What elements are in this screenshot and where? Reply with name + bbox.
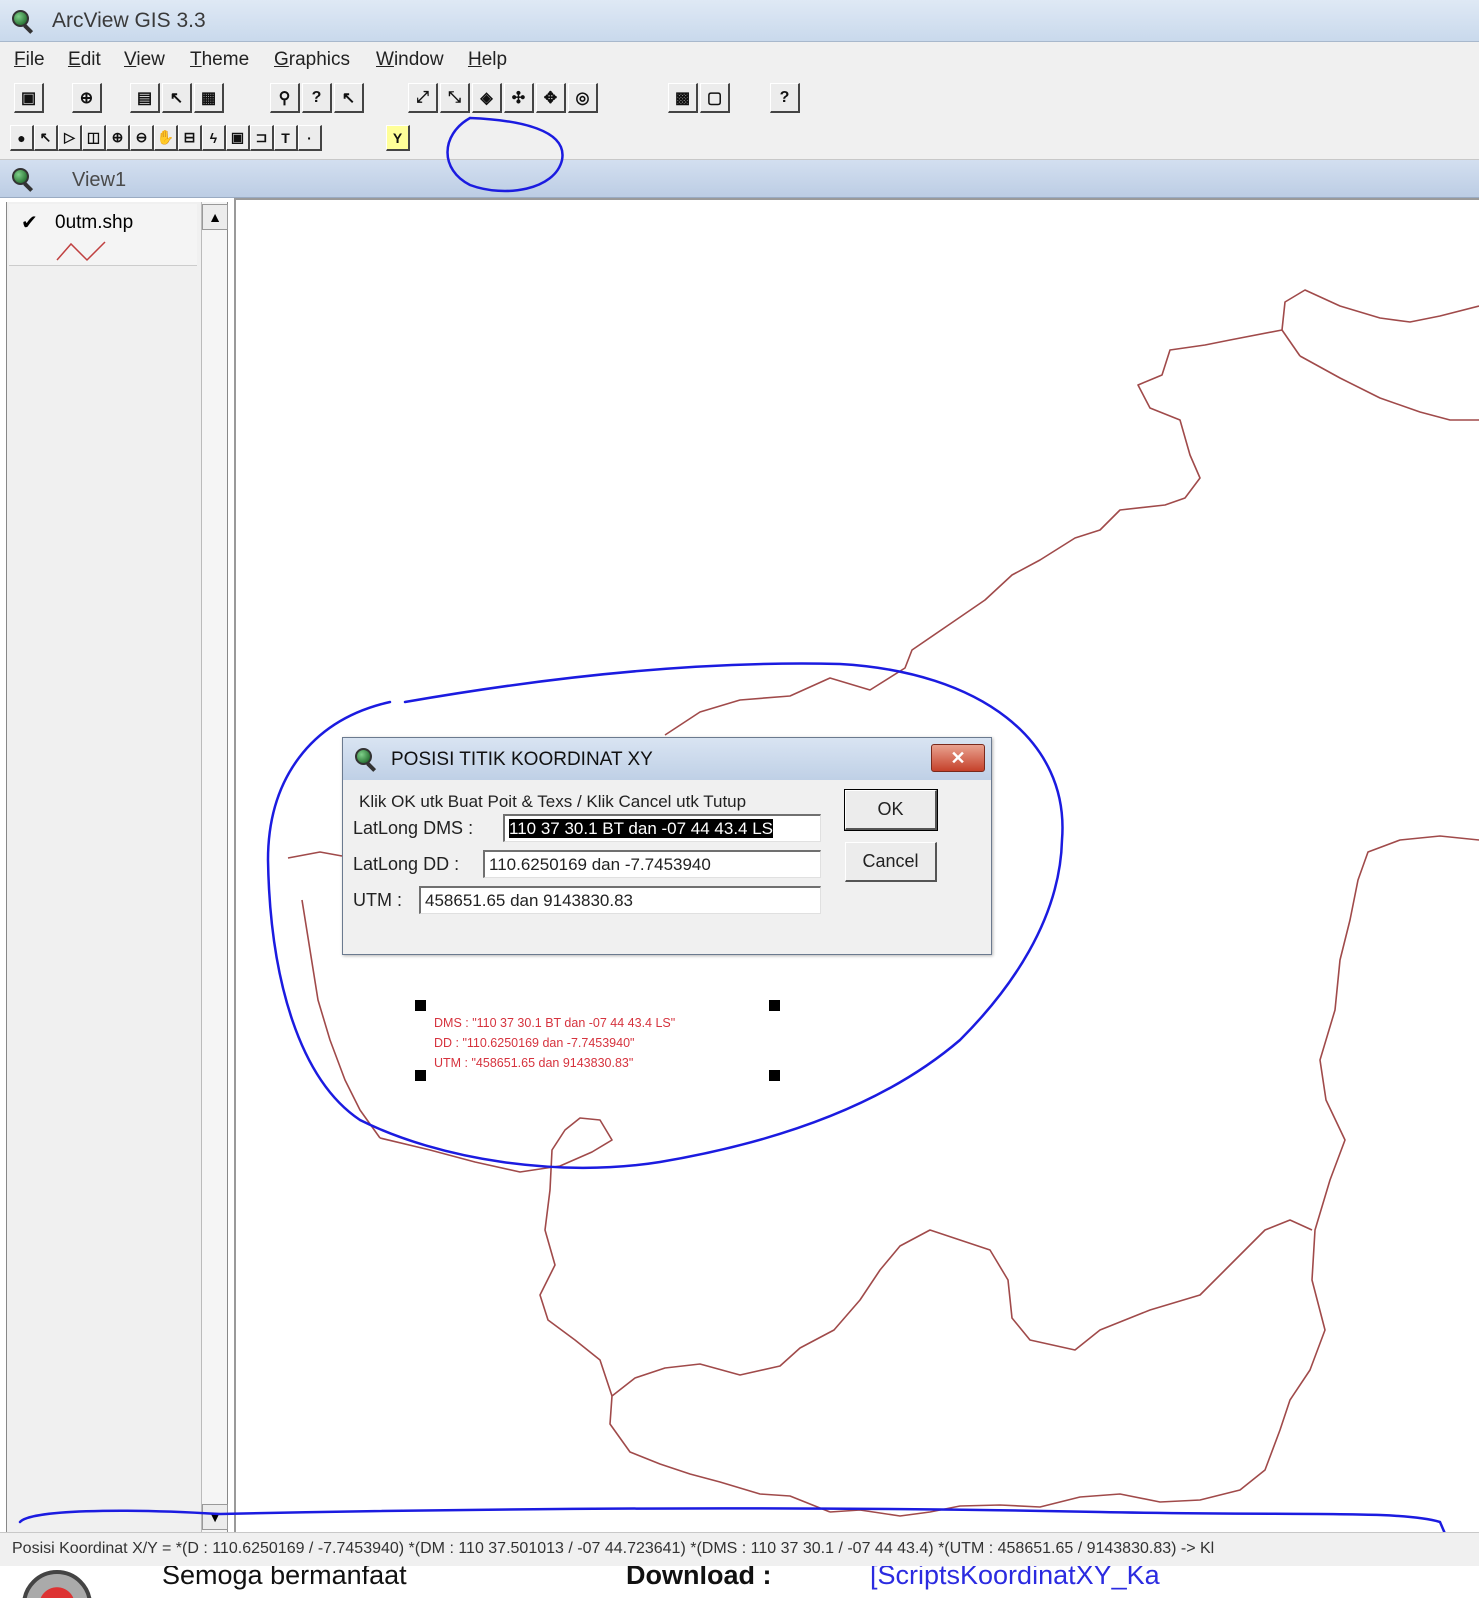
zoom-in-tool-icon[interactable]: ⊕ (106, 125, 130, 151)
selection-handle[interactable] (415, 1000, 426, 1011)
label-line-dd: DD : "110.6250169 dan -7.7453940" (434, 1036, 635, 1050)
toc-scrollbar[interactable]: ▲ ▼ (201, 202, 228, 1532)
table-of-contents: ✔ 0utm.shp ▲ ▼ (6, 202, 228, 1532)
koordinat-xy-tool-icon[interactable]: Y (386, 125, 410, 151)
line-symbol-icon (56, 241, 106, 262)
theme-entry[interactable]: ✔ 0utm.shp (9, 204, 197, 266)
clear-selection-icon[interactable]: ▢ (700, 83, 730, 113)
close-icon: ✕ (950, 747, 966, 768)
scroll-down-icon[interactable]: ▼ (202, 1504, 228, 1530)
ok-button[interactable]: OK (844, 789, 938, 831)
locate-address-icon[interactable]: ? (302, 83, 332, 113)
utm-label: UTM : (353, 890, 402, 910)
selection-handle[interactable] (769, 1000, 780, 1011)
footer: Semoga bermanfaat Download : [ScriptsKoo… (0, 1566, 1479, 1598)
draw-point-icon[interactable]: · (298, 125, 322, 151)
select-features-icon[interactable]: ▩ (668, 83, 698, 113)
zoom-out-tool-icon[interactable]: ⊖ (130, 125, 154, 151)
view-title: View1 (72, 169, 127, 191)
dialog-title: POSISI TITIK KOORDINAT XY (391, 749, 653, 770)
zoom-out-icon[interactable]: ✥ (536, 83, 566, 113)
scroll-up-icon[interactable]: ▲ (202, 204, 228, 230)
menu-window[interactable]: Window (376, 49, 444, 71)
dialog-message: Klik OK utk Buat Poit & Texs / Klik Canc… (359, 792, 747, 811)
identify-icon[interactable]: ● (10, 125, 34, 151)
zoom-selected-icon[interactable]: ◈ (472, 83, 502, 113)
app-titlebar: ArcView GIS 3.3 (0, 0, 1479, 42)
dd-field[interactable]: 110.6250169 dan -7.7453940 (483, 850, 821, 878)
view-titlebar: View1 (0, 160, 1479, 198)
add-theme-icon[interactable]: ⊕ (72, 83, 102, 113)
dms-field[interactable]: 110 37 30.1 BT dan -07 44 43.4 LS (503, 814, 821, 842)
query-builder-icon[interactable]: ↖ (334, 83, 364, 113)
footer-badge-icon (22, 1570, 92, 1598)
arcview-logo-icon (10, 8, 36, 34)
help-icon[interactable]: ? (770, 83, 800, 113)
selection-handle[interactable] (415, 1070, 426, 1081)
menubar: File Edit View Theme Graphics Window Hel… (0, 42, 1479, 78)
menu-graphics[interactable]: Graphics (274, 49, 350, 71)
utm-field[interactable]: 458651.65 dan 9143830.83 (419, 886, 821, 914)
theme-visible-checkbox[interactable]: ✔ (21, 210, 38, 235)
label-icon[interactable]: ⊐ (250, 125, 274, 151)
find-icon[interactable]: ⚲ (270, 83, 300, 113)
coordinate-text-graphic[interactable]: DMS : "110 37 30.1 BT dan -07 44 43.4 LS… (415, 1000, 784, 1090)
zoom-in-icon[interactable]: ✣ (504, 83, 534, 113)
area-of-interest-icon[interactable]: ▣ (226, 125, 250, 151)
menu-file[interactable]: File (14, 49, 45, 71)
pointer-icon[interactable]: ↖ (34, 125, 58, 151)
dd-label: LatLong DD : (353, 854, 460, 874)
menu-view[interactable]: View (124, 49, 165, 71)
measure-icon[interactable]: ⊟ (178, 125, 202, 151)
footer-download-link[interactable]: [ScriptsKoordinatXY_Ka (870, 1566, 1160, 1591)
zoom-full-extent-icon[interactable]: ⤢ (408, 83, 438, 113)
text-tool-icon[interactable]: T (274, 125, 298, 151)
button-bar: ▣ ⊕ ▤ ↖ ▦ ⚲ ? ↖ ⤢ ⤡ ◈ ✣ ✥ ◎ ▩ ▢ ? (0, 78, 1479, 120)
pan-icon[interactable]: ✋ (154, 125, 178, 151)
label-line-utm: UTM : "458651.65 dan 9143830.83" (434, 1056, 634, 1070)
dms-label: LatLong DMS : (353, 818, 474, 838)
save-project-icon[interactable]: ▣ (14, 83, 44, 113)
selection-handle[interactable] (769, 1070, 780, 1081)
theme-name: 0utm.shp (55, 212, 134, 233)
open-table-icon[interactable]: ▦ (194, 83, 224, 113)
dialog-logo-icon (353, 746, 379, 772)
zoom-active-themes-icon[interactable]: ⤡ (440, 83, 470, 113)
label-line-dms: DMS : "110 37 30.1 BT dan -07 44 43.4 LS… (434, 1016, 676, 1030)
edit-legend-icon[interactable]: ↖ (162, 83, 192, 113)
select-feature-icon[interactable]: ◫ (82, 125, 106, 151)
dialog-close-button[interactable]: ✕ (931, 744, 985, 772)
tool-bar: ● ↖ ▷ ◫ ⊕ ⊖ ✋ ⊟ ϟ ▣ ⊐ T · Y (0, 120, 1479, 160)
status-text: Posisi Koordinat X/Y = *(D : 110.6250169… (12, 1540, 1215, 1557)
app-title: ArcView GIS 3.3 (52, 9, 206, 32)
footer-text-2: Download : (626, 1566, 772, 1590)
cancel-button[interactable]: Cancel (845, 842, 937, 882)
menu-edit[interactable]: Edit (68, 49, 101, 71)
footer-text-1: Semoga bermanfaat (162, 1566, 407, 1590)
menu-theme[interactable]: Theme (190, 49, 249, 71)
menu-help[interactable]: Help (468, 49, 507, 71)
statusbar: Posisi Koordinat X/Y = *(D : 110.6250169… (0, 1532, 1479, 1566)
koordinat-dialog: POSISI TITIK KOORDINAT XY ✕ Klik OK utk … (342, 737, 992, 955)
vertex-edit-icon[interactable]: ▷ (58, 125, 82, 151)
hot-link-icon[interactable]: ϟ (202, 125, 226, 151)
dialog-titlebar[interactable]: POSISI TITIK KOORDINAT XY ✕ (343, 738, 991, 780)
theme-properties-icon[interactable]: ▤ (130, 83, 160, 113)
zoom-previous-icon[interactable]: ◎ (568, 83, 598, 113)
view-logo-icon (10, 166, 36, 192)
